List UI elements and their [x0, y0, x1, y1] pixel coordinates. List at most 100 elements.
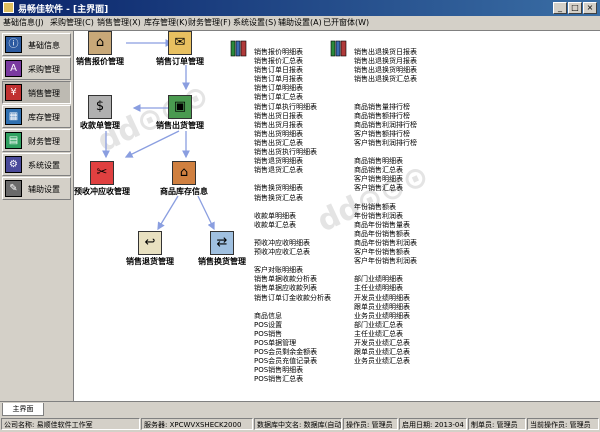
report-link[interactable]: 客户对账明细表: [254, 266, 331, 275]
report-link[interactable]: 商品信息: [254, 312, 331, 321]
report-link[interactable]: 商品年份销售量表: [354, 221, 417, 230]
flow-sales-order[interactable]: ✉ 销售订单管理: [156, 31, 204, 67]
title-bar: 易畅佳软件 - [主界面] _ □ ×: [0, 0, 600, 16]
report-link[interactable]: 商品销售量排行榜: [354, 103, 417, 112]
report-link[interactable]: POS销售: [254, 330, 331, 339]
report-link[interactable]: 销售退货汇总表: [254, 166, 331, 175]
sidebar-item-finance[interactable]: ▤ 财务管理: [2, 129, 71, 152]
report-spacer: [354, 148, 417, 157]
sidebar-item-inventory[interactable]: ▦ 库存管理: [2, 105, 71, 128]
flow-sales-exchange[interactable]: ⇄ 销售换货管理: [198, 231, 246, 267]
report-spacer: [354, 84, 417, 93]
finance-icon: ▤: [5, 132, 22, 149]
report-link[interactable]: 销售出退换货汇总表: [354, 75, 417, 84]
report-link[interactable]: 销售订单执行明细表: [254, 103, 331, 112]
report-link[interactable]: 客户年份销售利润表: [354, 257, 417, 266]
report-link[interactable]: 客户销售额排行榜: [354, 130, 417, 139]
report-link[interactable]: 跟单员业绩明细表: [354, 303, 417, 312]
report-link[interactable]: 商品年份销售额表: [354, 230, 417, 239]
report-link[interactable]: 预收冲应收明细表: [254, 239, 331, 248]
maximize-button[interactable]: □: [568, 2, 582, 14]
report-link[interactable]: 销售出退换货明细表: [354, 66, 417, 75]
report-link[interactable]: 商品年份销售利润表: [354, 239, 417, 248]
report-link[interactable]: 年份销售利润表: [354, 212, 417, 221]
report-spacer: [254, 303, 331, 312]
close-button[interactable]: ×: [583, 2, 597, 14]
report-link[interactable]: 商品销售利润排行榜: [354, 121, 417, 130]
order-icon: ✉: [168, 31, 192, 55]
report-link[interactable]: 销售单据应收款列表: [254, 284, 331, 293]
flow-sales-quote[interactable]: ⌂ 销售报价管理: [76, 31, 124, 67]
menu-sales[interactable]: 销售管理(X): [97, 17, 141, 29]
report-link[interactable]: 跟单员业绩汇总表: [354, 348, 417, 357]
report-link[interactable]: 客户销售利润排行榜: [354, 139, 417, 148]
sidebar-item-sales[interactable]: ¥ 销售管理: [2, 81, 71, 104]
report-link[interactable]: 收款单汇总表: [254, 221, 331, 230]
sidebar-item-label: 基础信息: [28, 41, 60, 50]
report-link[interactable]: 销售订单月报表: [254, 75, 331, 84]
sidebar-item-aux-settings[interactable]: ✎ 辅助设置: [2, 177, 71, 200]
report-link[interactable]: 销售报价明细表: [254, 48, 331, 57]
report-link[interactable]: 预收冲应收汇总表: [254, 248, 331, 257]
report-link[interactable]: 客户年份销售额表: [354, 248, 417, 257]
books-icon: [330, 40, 347, 57]
report-link[interactable]: POS会员剩余金额表: [254, 348, 331, 357]
report-link[interactable]: 业务员业绩汇总表: [354, 357, 417, 366]
report-link[interactable]: 销售订单订金收款分析表: [254, 294, 331, 303]
report-link[interactable]: 销售出货汇总表: [254, 139, 331, 148]
tools-icon: ✂: [90, 161, 114, 185]
report-link[interactable]: POS单据管理: [254, 339, 331, 348]
report-link[interactable]: POS会员充值记录表: [254, 357, 331, 366]
status-maker: 制单员: 管理员: [468, 418, 526, 430]
flow-sales-return[interactable]: ↩ 销售退货管理: [126, 231, 174, 267]
report-link[interactable]: 销售出货明细表: [254, 130, 331, 139]
sidebar-item-purchase[interactable]: A 采购管理: [2, 57, 71, 80]
report-link[interactable]: 销售换货汇总表: [254, 194, 331, 203]
report-link[interactable]: 销售订单日报表: [254, 66, 331, 75]
report-link[interactable]: 销售出退换货日报表: [354, 48, 417, 57]
report-link[interactable]: 年份销售额表: [354, 203, 417, 212]
report-link[interactable]: 销售出退换货月报表: [354, 57, 417, 66]
report-link[interactable]: 开发员业绩汇总表: [354, 339, 417, 348]
report-link[interactable]: 商品销售明细表: [354, 157, 417, 166]
sidebar-item-label: 系统设置: [28, 161, 60, 170]
report-link[interactable]: 销售退货明细表: [254, 157, 331, 166]
report-link[interactable]: 销售换货明细表: [254, 184, 331, 193]
report-link[interactable]: 客户销售汇总表: [354, 184, 417, 193]
flow-receipt[interactable]: $ 收款单管理: [80, 95, 120, 131]
report-link[interactable]: 部门业绩汇总表: [354, 321, 417, 330]
menu-inventory[interactable]: 库存管理(K): [144, 17, 188, 29]
sidebar-item-basic-info[interactable]: ⓘ 基础信息: [2, 33, 71, 56]
report-link[interactable]: POS销售汇总表: [254, 375, 331, 384]
flow-sales-outbound[interactable]: ▣ 销售出货管理: [156, 95, 204, 131]
report-link[interactable]: 销售报价汇总表: [254, 57, 331, 66]
report-link[interactable]: 销售订单汇总表: [254, 93, 331, 102]
sidebar-item-system-settings[interactable]: ⚙ 系统设置: [2, 153, 71, 176]
minimize-button[interactable]: _: [553, 2, 567, 14]
report-link[interactable]: 销售出货日报表: [254, 112, 331, 121]
tab-main[interactable]: 主界面: [2, 403, 44, 416]
flow-label: 收款单管理: [80, 121, 120, 130]
report-link[interactable]: 收款单明细表: [254, 212, 331, 221]
menu-basic-info[interactable]: 基础信息(J): [3, 17, 44, 29]
report-link[interactable]: 开发员业绩明细表: [354, 294, 417, 303]
menu-aux-settings[interactable]: 辅助设置(A): [278, 17, 322, 29]
flow-prepay-offset[interactable]: ✂ 预收冲应收管理: [74, 161, 130, 197]
menu-bar: 基础信息(J) 采购管理(C) 销售管理(X) 库存管理(K) 财务管理(F) …: [0, 16, 600, 31]
sidebar-item-label: 辅助设置: [28, 185, 60, 194]
menu-finance[interactable]: 财务管理(F): [188, 17, 231, 29]
report-link[interactable]: 商品销售额排行榜: [354, 112, 417, 121]
report-link[interactable]: POS销售明细表: [254, 366, 331, 375]
report-link[interactable]: 商品销售汇总表: [354, 166, 417, 175]
menu-open-windows[interactable]: 已开窗体(W): [323, 17, 369, 29]
flow-stock-info[interactable]: ⌂ 商品库存信息: [160, 161, 208, 197]
sidebar: ⓘ 基础信息 A 采购管理 ¥ 销售管理 ▦ 库存管理 ▤ 财务管理 ⚙ 系统设…: [0, 31, 74, 401]
menu-system-settings[interactable]: 系统设置(S): [233, 17, 276, 29]
report-link[interactable]: 销售出货执行明细表: [254, 148, 331, 157]
report-link[interactable]: 主任业绩汇总表: [354, 330, 417, 339]
report-link[interactable]: 销售出货月报表: [254, 121, 331, 130]
report-link[interactable]: POS设置: [254, 321, 331, 330]
menu-purchase[interactable]: 采购管理(C): [50, 17, 94, 29]
report-link[interactable]: 业务员业绩明细表: [354, 312, 417, 321]
report-link[interactable]: 主任业绩明细表: [354, 284, 417, 293]
